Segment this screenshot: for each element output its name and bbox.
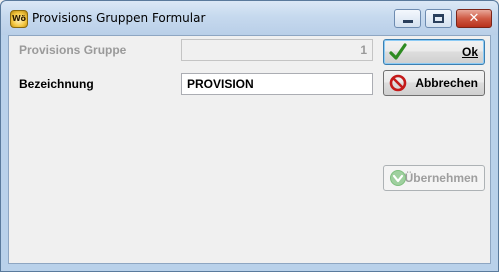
bezeichnung-input[interactable]: PROVISION — [181, 73, 373, 95]
close-button[interactable]: ✕ — [456, 9, 492, 28]
app-logo-icon: Wö — [10, 10, 28, 28]
provisions-gruppe-label: Provisions Gruppe — [19, 43, 127, 57]
bezeichnung-label: Bezeichnung — [19, 77, 94, 91]
abbrechen-label: Abbrechen — [415, 76, 478, 90]
checkmark-icon — [389, 43, 407, 60]
provisions-gruppe-field: 1 — [181, 39, 373, 61]
maximize-button[interactable] — [425, 9, 452, 28]
minimize-icon — [402, 20, 413, 23]
maximize-icon — [433, 14, 444, 23]
uebernehmen-button[interactable]: Übernehmen — [383, 165, 485, 191]
ok-label: Ok — [461, 45, 478, 59]
ok-button[interactable]: Ok — [383, 39, 485, 65]
cancel-icon — [389, 74, 407, 92]
uebernehmen-label: Übernehmen — [404, 171, 478, 185]
application-window: Wö Provisions Gruppen Formular ✕ Provisi… — [0, 0, 499, 272]
minimize-button[interactable] — [394, 9, 421, 28]
close-icon: ✕ — [468, 11, 480, 26]
abbrechen-button[interactable]: Abbrechen — [383, 70, 485, 96]
apply-icon — [390, 170, 406, 186]
form-area: Provisions Gruppe 1 Bezeichnung PROVISIO… — [8, 35, 491, 264]
window-title: Provisions Gruppen Formular — [32, 11, 206, 25]
title-bar[interactable]: Wö Provisions Gruppen Formular ✕ — [1, 1, 498, 35]
